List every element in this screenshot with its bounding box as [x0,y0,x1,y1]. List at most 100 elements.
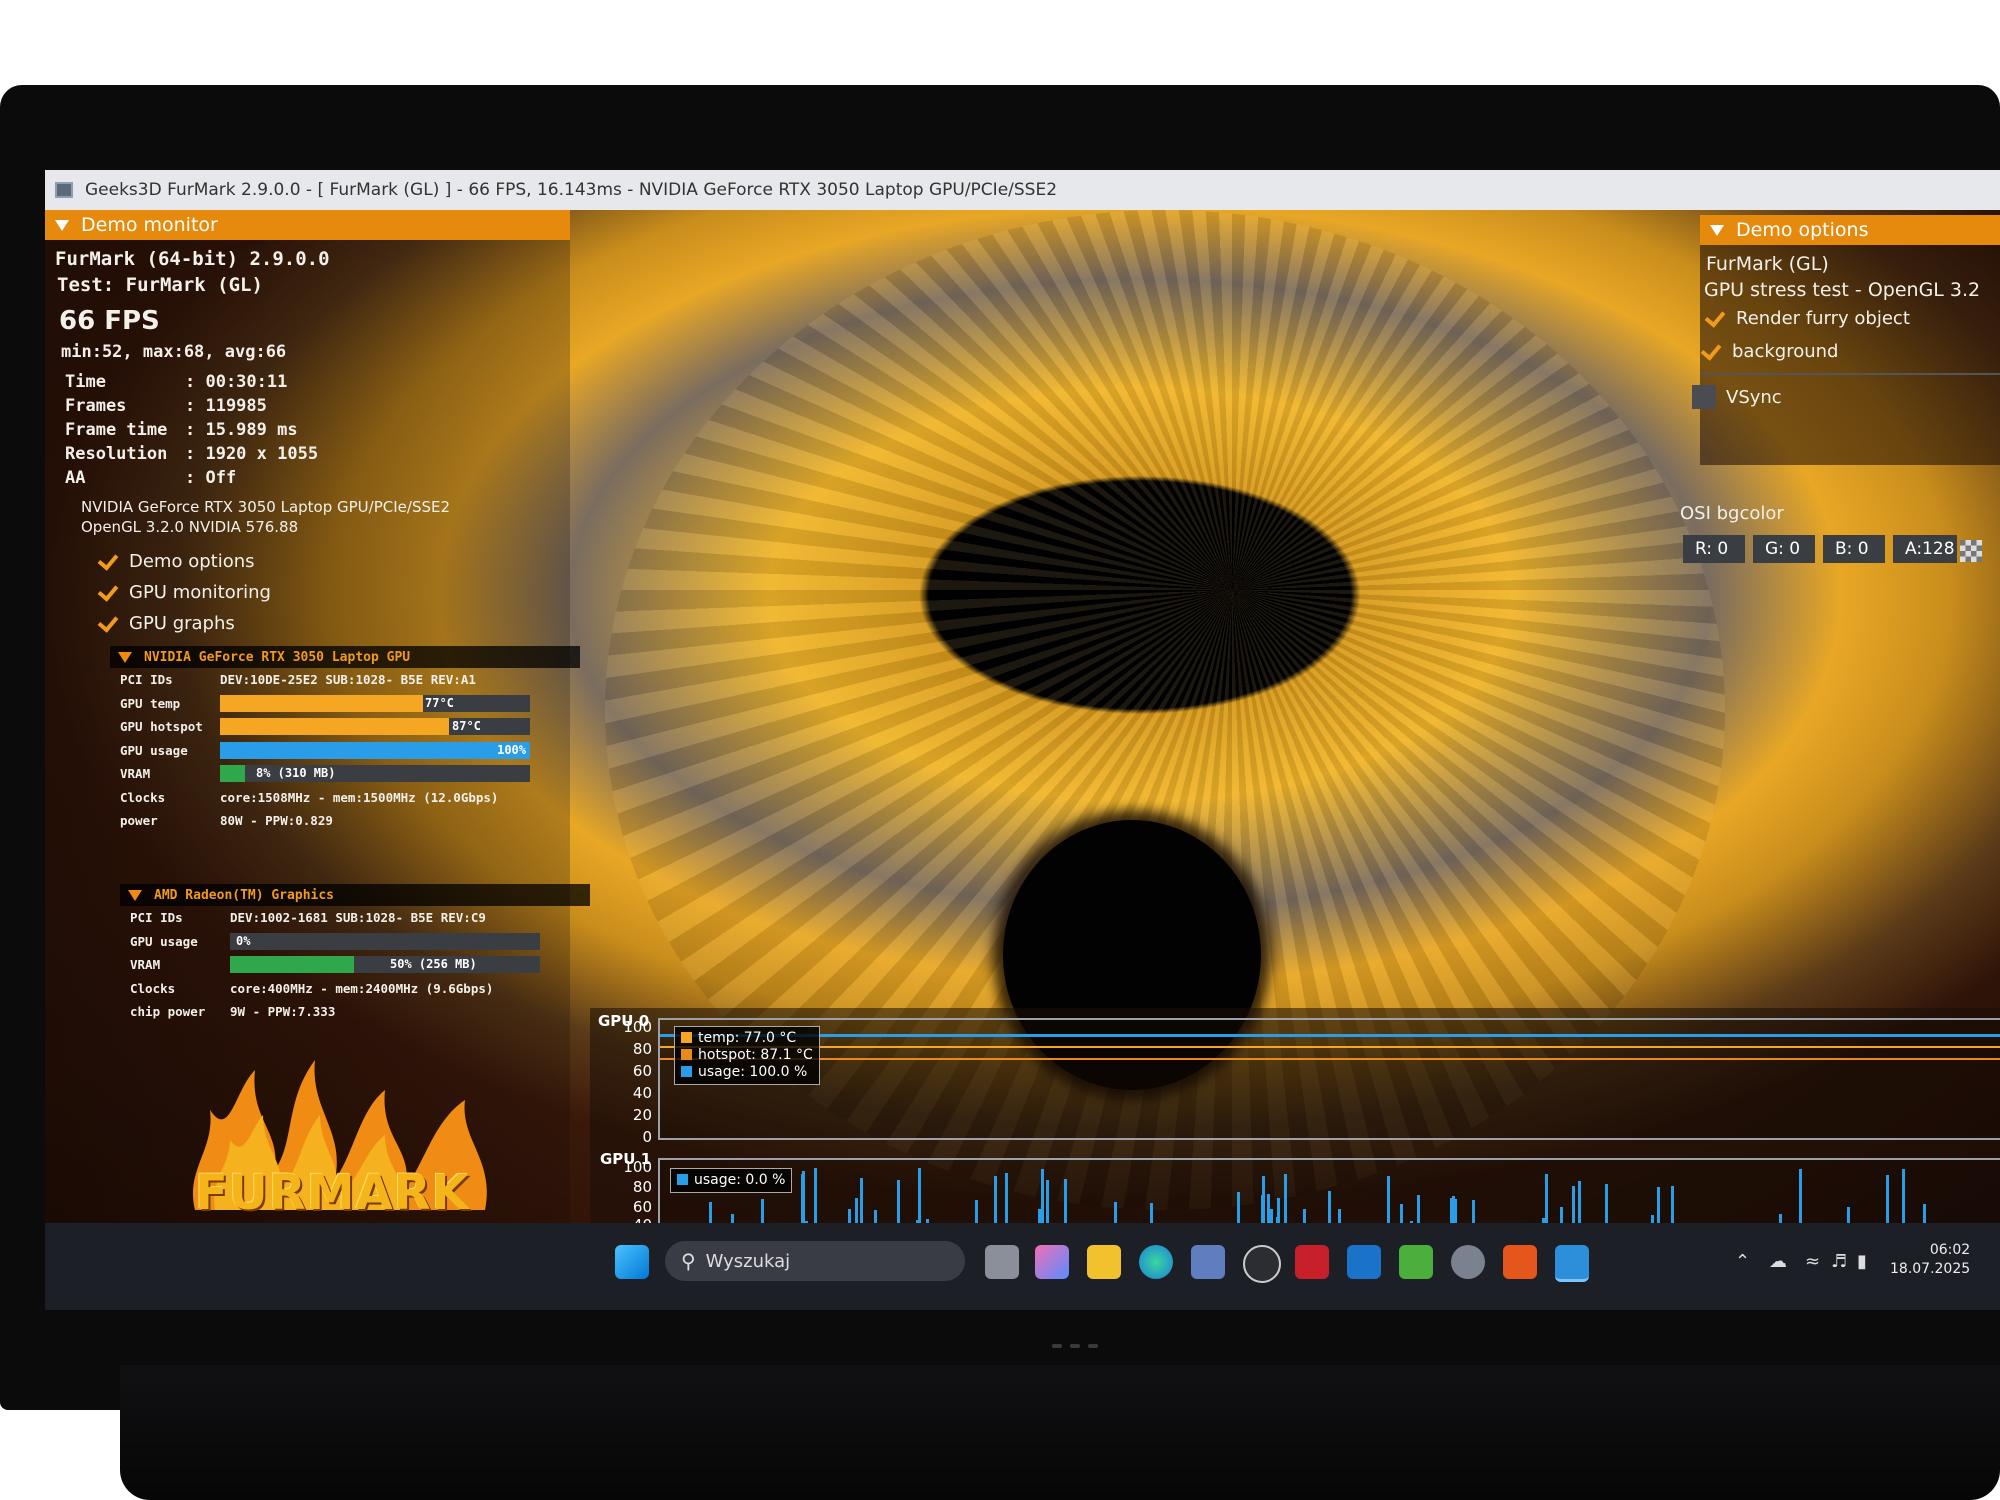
chevron-up-icon[interactable]: ⌃ [1735,1251,1750,1272]
stat-value: : Off [185,468,237,488]
osi-a-field[interactable]: A:128 [1893,535,1957,563]
gpu1-power: 9W - PPW:7.333 [230,1004,336,1020]
collapse-triangle-icon [118,651,132,663]
gpu0-temp-row: GPU temp 77°C [110,692,580,716]
demo-monitor-header[interactable]: Demo monitor [45,210,570,240]
usage-spike [1902,1168,1906,1230]
checkmark-icon [1704,307,1726,329]
row-label: GPU temp [120,695,181,711]
osi-bgcolor-label: OSI bgcolor [1680,503,1784,524]
row-label: Clocks [130,980,176,996]
graph-gpu1 [658,1158,2000,1232]
start-icon[interactable] [615,1245,649,1279]
clock-date: 18.07.2025 [1890,1261,1971,1277]
legend-item: usage: 0.0 % [677,1172,785,1189]
toggle-demo-options[interactable]: Demo options [97,550,255,572]
edge-icon[interactable] [1139,1245,1173,1279]
fps-value: 66 FPS [59,306,160,336]
row-label: VRAM [120,766,151,782]
gpu1-header[interactable]: AMD Radeon(TM) Graphics [120,884,590,906]
usage-spike [1261,1175,1265,1230]
gpu0-hotspot-row: GPU hotspot 87°C [110,715,580,739]
window-titlebar[interactable]: Geeks3D FurMark 2.9.0.0 - [ FurMark (GL)… [45,170,2000,210]
file-explorer-icon[interactable] [1087,1245,1121,1279]
nvidia-icon[interactable] [1399,1245,1433,1279]
gpu1-name: AMD Radeon(TM) Graphics [154,887,335,903]
battery-icon[interactable]: ▮ [1857,1251,1867,1272]
checkbox-label: VSync [1726,386,1782,408]
taskbar-clock[interactable]: 06:02 18.07.2025 [1890,1241,1970,1279]
stat-value: : 15.989 ms [185,420,298,440]
toggle-gpu-graphs[interactable]: GPU graphs [97,612,235,634]
gpu0-header[interactable]: NVIDIA GeForce RTX 3050 Laptop GPU [110,646,580,668]
active-window-icon[interactable] [1555,1245,1589,1282]
bar-text: 50% (256 MB) [390,957,477,972]
legend-swatch [681,1032,692,1043]
bar-text: 0% [236,933,251,948]
row-label: Clocks [120,789,166,805]
graph-gpu1-legend: usage: 0.0 % [670,1168,793,1193]
onedrive-icon[interactable]: ☁ [1769,1251,1787,1272]
usage-spike [1545,1174,1549,1230]
stat-row: Time: 00:30:11 [65,370,318,394]
outlook-icon[interactable] [1347,1245,1381,1279]
collapse-triangle-icon [1710,224,1724,236]
osi-b-field[interactable]: B: 0 [1823,535,1885,563]
search-input[interactable]: ⚲ Wyszukaj [665,1241,965,1281]
usage-spike [1284,1174,1287,1230]
gpu0-section: NVIDIA GeForce RTX 3050 Laptop GPU PCI I… [110,646,580,833]
gpu-renderer: NVIDIA GeForce RTX 3050 Laptop GPU/PCIe/… [81,498,451,516]
osi-g-field[interactable]: G: 0 [1753,535,1815,563]
bar-fill [230,956,354,974]
app-name: FurMark (64-bit) 2.9.0.0 [55,248,330,270]
demo-monitor-title: Demo monitor [81,214,218,236]
demo-name: FurMark (GL) [1706,253,1829,275]
usage-spike [1886,1174,1890,1230]
legend-text: usage: 100.0 % [698,1064,808,1080]
furmark-taskbar-icon[interactable] [1503,1245,1537,1279]
toggle-gpu-monitoring[interactable]: GPU monitoring [97,581,271,603]
checkbox-vsync[interactable]: VSync [1692,385,1782,409]
collapse-triangle-icon [55,219,69,231]
checkbox-background[interactable]: background [1700,340,1838,362]
bar-fill [220,694,423,712]
gpu0-usage-row: GPU usage 100% [110,739,580,763]
toggle-label: Demo options [129,550,255,572]
toggle-label: GPU graphs [129,612,235,634]
checkbox-label: Render furry object [1736,307,1910,329]
row-label: GPU usage [130,933,198,949]
demo-options-header[interactable]: Demo options [1700,215,2000,245]
task-view-icon[interactable] [985,1245,1019,1279]
gpu1-pci-ids: DEV:1002-1681 SUB:1028- B5E REV:C9 [230,910,486,926]
osi-r-field[interactable]: R: 0 [1683,535,1745,563]
opengl-version: OpenGL 3.2.0 NVIDIA 576.88 [81,518,299,536]
laptop-base [120,1365,2000,1500]
bar-text: 8% (310 MB) [256,766,336,781]
stat-value: : 1920 x 1055 [185,444,319,464]
usage-spike [1005,1173,1009,1230]
bar-text: 77°C [425,695,454,710]
divider [1700,373,2000,375]
stat-key: Frames [65,396,127,416]
copilot-icon[interactable] [1035,1245,1069,1279]
usage-spike [814,1167,818,1230]
tick-label: 60 [632,1062,652,1080]
usage-spike [1387,1176,1391,1230]
temp-line [660,1058,2000,1060]
checkbox-render-fur[interactable]: Render furry object [1704,307,1910,329]
store-icon[interactable] [1191,1245,1225,1279]
checkmark-icon [97,612,119,634]
settings-gear-icon[interactable] [1451,1245,1485,1279]
unchecked-box-icon [1692,385,1716,409]
gpu0-power-row: power 80W - PPW:0.829 [110,809,580,833]
wifi-icon[interactable]: ≈ [1805,1251,1820,1272]
gpu0-clocks: core:1508MHz - mem:1500MHz (12.0Gbps) [220,789,499,805]
stat-row: Frames: 119985 [65,394,318,418]
volume-icon[interactable]: ♬ [1831,1251,1847,1272]
mcafee-icon[interactable] [1295,1245,1329,1279]
bar-text: 87°C [452,719,481,734]
tick-label: 80 [632,1178,652,1196]
row-label: GPU hotspot [120,719,203,735]
dell-icon[interactable] [1243,1245,1281,1283]
clock-time: 06:02 [1929,1242,1971,1258]
